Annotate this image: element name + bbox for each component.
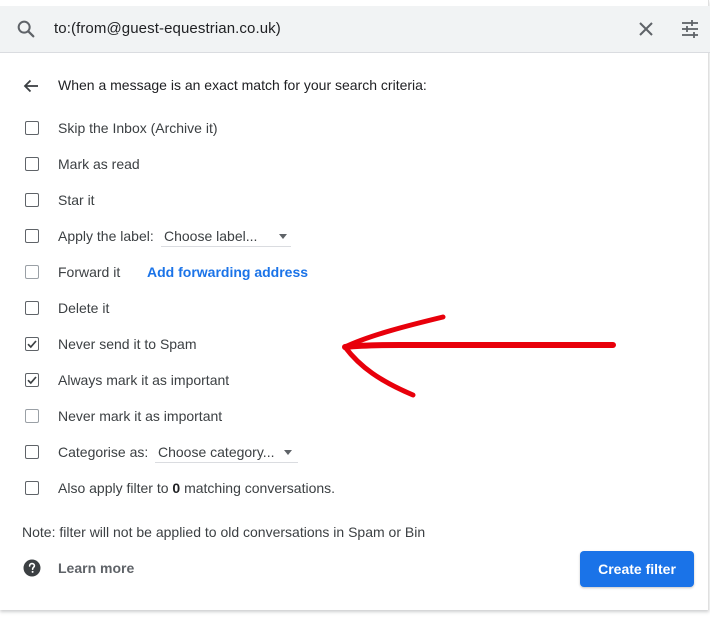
close-icon[interactable] — [636, 19, 656, 39]
search-icon[interactable] — [15, 18, 37, 40]
annotation-arrow-icon — [342, 314, 616, 398]
criteria-header-text: When a message is an exact match for you… — [58, 77, 427, 93]
check-icon — [27, 376, 37, 385]
apply-to-matching-checkbox[interactable] — [25, 481, 39, 495]
option-label: Also apply filter to 0 matching conversa… — [58, 480, 335, 496]
delete-it-checkbox[interactable] — [25, 301, 39, 315]
tune-icon[interactable] — [679, 18, 701, 40]
option-never-important: Never mark it as important — [0, 405, 700, 429]
label-prefix: Also apply filter to — [58, 480, 173, 496]
dropdown-value: Choose category... — [158, 444, 275, 460]
criteria-header: When a message is an exact match for you… — [0, 72, 700, 100]
option-never-spam: Never send it to Spam — [0, 333, 700, 357]
option-label: Always mark it as important — [58, 372, 230, 388]
check-icon — [27, 340, 37, 349]
option-apply-to-matching: Also apply filter to 0 matching conversa… — [0, 477, 700, 501]
option-label: Forward it — [58, 264, 121, 280]
learn-more-link[interactable]: Learn more — [58, 560, 134, 576]
skip-inbox-checkbox[interactable] — [25, 121, 39, 135]
add-forwarding-address-link[interactable]: Add forwarding address — [147, 264, 308, 280]
option-label: Delete it — [58, 300, 110, 316]
option-delete-it: Delete it — [0, 297, 700, 321]
option-categorise: Categorise as: Choose category... — [0, 441, 700, 465]
option-label: Mark as read — [58, 156, 140, 172]
option-skip-inbox: Skip the Inbox (Archive it) — [0, 117, 700, 141]
option-label: Categorise as: — [58, 444, 149, 460]
option-forward-it: Forward it Add forwarding address — [0, 261, 700, 285]
option-label: Skip the Inbox (Archive it) — [58, 120, 218, 136]
help-icon[interactable] — [23, 559, 41, 577]
option-always-important: Always mark it as important — [0, 369, 700, 393]
search-query[interactable]: to:(from@guest-equestrian.co.uk) — [54, 20, 281, 37]
option-mark-as-read: Mark as read — [0, 153, 700, 177]
create-filter-button[interactable]: Create filter — [580, 551, 694, 587]
dropdown-value: Choose label... — [164, 228, 258, 244]
dropdown-caret-icon — [279, 234, 287, 239]
star-it-checkbox[interactable] — [25, 193, 39, 207]
categorise-checkbox[interactable] — [25, 445, 39, 459]
choose-label-dropdown[interactable]: Choose label... — [161, 226, 291, 247]
search-bar: to:(from@guest-equestrian.co.uk) — [0, 6, 710, 53]
never-important-checkbox[interactable] — [25, 409, 39, 423]
option-label: Star it — [58, 192, 95, 208]
option-label: Apply the label: — [58, 228, 154, 244]
choose-category-dropdown[interactable]: Choose category... — [155, 442, 298, 463]
option-label: Never send it to Spam — [58, 336, 197, 352]
label-suffix: matching conversations. — [180, 480, 336, 496]
mark-as-read-checkbox[interactable] — [25, 157, 39, 171]
option-label: Never mark it as important — [58, 408, 223, 424]
always-important-checkbox[interactable] — [25, 373, 39, 387]
apply-label-checkbox[interactable] — [25, 229, 39, 243]
forward-it-checkbox[interactable] — [25, 265, 39, 279]
filter-note: Note: filter will not be applied to old … — [22, 524, 426, 540]
never-spam-checkbox[interactable] — [25, 337, 39, 351]
option-apply-label: Apply the label: Choose label... — [0, 225, 700, 249]
create-filter-panel: to:(from@guest-equestrian.co.uk) When a … — [0, 0, 710, 610]
option-star-it: Star it — [0, 189, 700, 213]
dropdown-caret-icon — [284, 450, 292, 455]
arrow-back-icon[interactable] — [22, 77, 40, 95]
